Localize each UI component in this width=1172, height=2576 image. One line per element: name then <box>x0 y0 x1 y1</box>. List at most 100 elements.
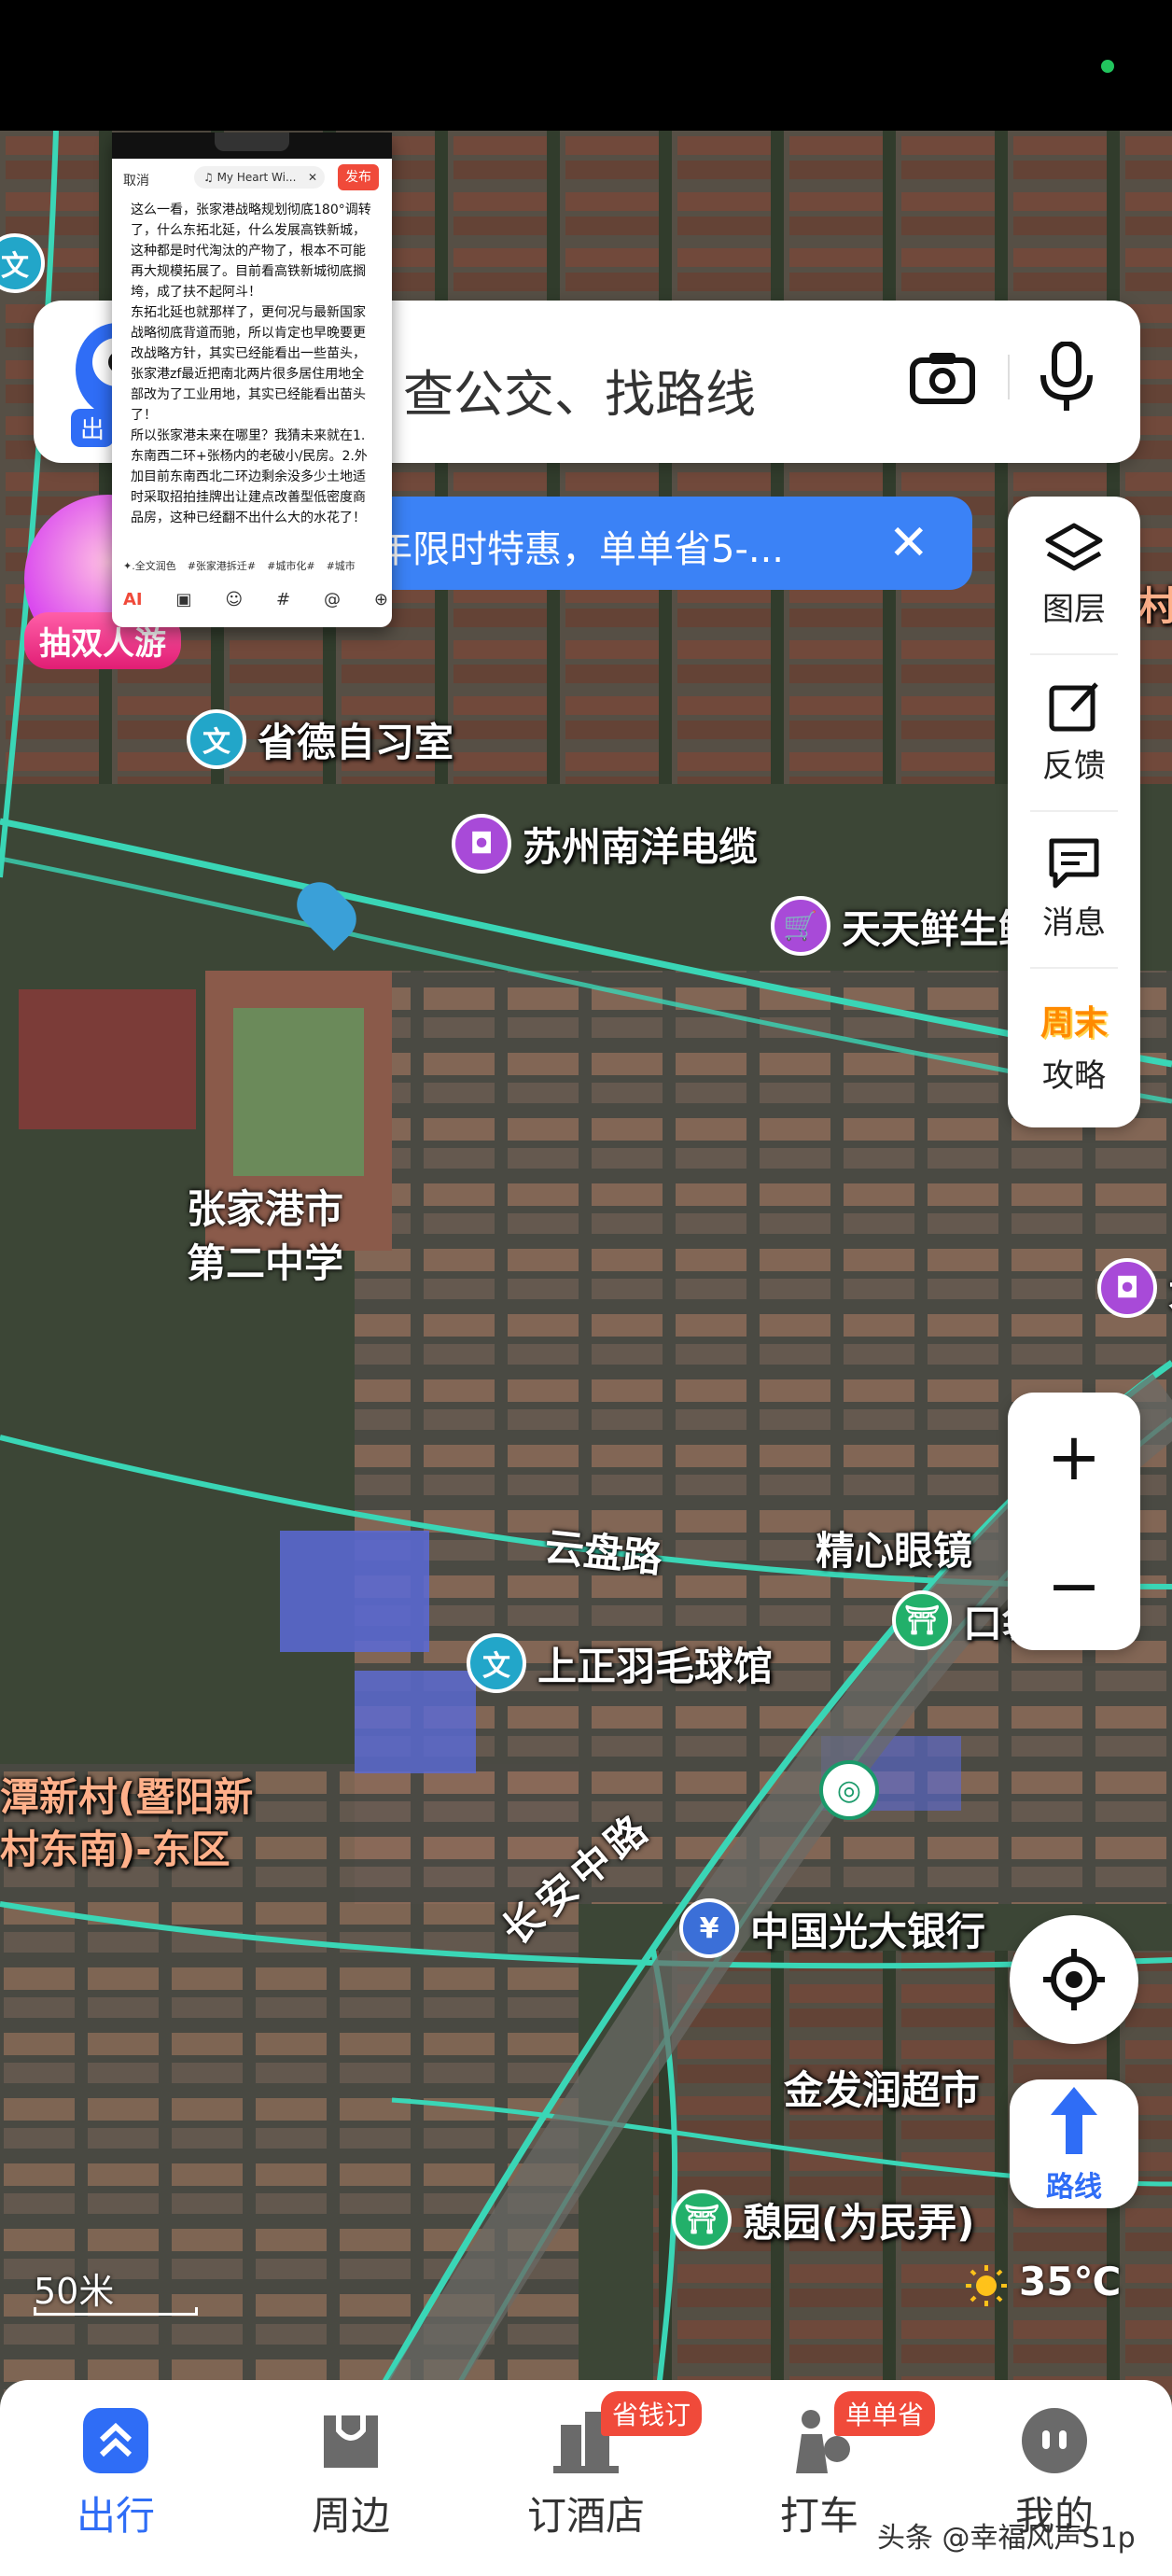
poi-label: 村东南)-东区 <box>0 1827 230 1872</box>
poi-label: 潭新村(暨阳新 <box>0 1774 254 1820</box>
poi-study-room[interactable]: 文 省德自习室 <box>187 709 453 769</box>
music-label: ♫ My Heart Wi... <box>203 171 297 184</box>
feedback-button[interactable]: 反馈 <box>1008 653 1140 810</box>
emoji-icon[interactable]: ☺ <box>225 590 243 609</box>
map-scale-label: 50米 <box>34 2271 115 2312</box>
cart-icon: 🛒 <box>771 896 830 956</box>
plus-icon[interactable]: ⊕ <box>374 590 388 609</box>
close-icon[interactable]: ✕ <box>888 515 929 571</box>
study-icon: 文 <box>187 709 246 769</box>
route-label[interactable]: 路线 <box>1010 2163 1138 2205</box>
editor-music-chip[interactable]: ♫ My Heart Wi... ✕ <box>194 166 325 189</box>
image-icon[interactable]: ▣ <box>176 590 192 609</box>
poi-everbright-bank[interactable]: ¥ 中国光大银行 <box>679 1898 985 1958</box>
editor-tag[interactable]: #城市 <box>327 558 356 573</box>
poi-fresh-market[interactable]: 🛒 天天鲜生鲜 <box>771 896 1038 956</box>
poi-cable-company[interactable]: ◘ 苏州南洋电缆 <box>452 814 758 874</box>
poi-garden[interactable]: ⛩ 憩园(为民弄) <box>672 2190 974 2249</box>
tab-label: 打车 <box>779 2493 858 2539</box>
tab-nearby[interactable]: 周边 <box>258 2406 444 2541</box>
bank-icon: ¥ <box>679 1898 739 1958</box>
travel-icon <box>83 2408 148 2473</box>
poi-label: 上正羽毛球馆 <box>537 1643 774 1689</box>
poi-village[interactable]: 村 <box>1138 575 1172 632</box>
poi-label: 村 <box>1138 583 1172 629</box>
tab-label: 订酒店 <box>526 2493 645 2539</box>
poi-label: 精心眼镜 <box>816 1528 973 1574</box>
poi-label: 省德自习室 <box>258 719 454 765</box>
poi-label: 憩园(为民弄) <box>743 2199 975 2246</box>
message-icon <box>1049 838 1099 888</box>
editor-tag[interactable]: ✦.全文润色 <box>123 558 176 573</box>
feedback-label: 反馈 <box>1042 747 1106 785</box>
editor-tag[interactable]: #城市化# <box>267 558 314 573</box>
poi-label: 金发润超市 <box>784 2067 981 2113</box>
editor-paragraph: 所以张家港未来在哪里？我猜未来就在1.东南西二环+张杨内的老破小/民房。2.外加… <box>131 428 368 525</box>
poi-label: 苏州南洋电缆 <box>523 823 759 870</box>
close-icon[interactable]: ✕ <box>308 166 317 189</box>
zoom-out-button[interactable]: − <box>1008 1521 1140 1650</box>
weather-temperature[interactable]: 35℃ <box>1019 2259 1121 2304</box>
weekend-guide-icon: 周末 <box>1039 1003 1108 1043</box>
locate-button[interactable] <box>1010 1915 1138 2044</box>
promo-text[interactable]: 年限时特惠，单单省5-... <box>375 519 784 573</box>
guide-label: 攻略 <box>1042 1057 1106 1095</box>
search-divider <box>1008 355 1010 399</box>
study-icon: 文 <box>467 1633 526 1693</box>
bank-icon: ◎ <box>819 1760 879 1820</box>
poi-edge-shop[interactable]: ◘ 大 <box>1097 1258 1172 1318</box>
editor-paragraph: 这么一看，张家港战略规划彻底180°调转了，什么东拓北延，什么发展高铁新城，这种… <box>131 203 371 300</box>
tab-hotel[interactable]: 订酒店 省钱订 <box>493 2391 703 2541</box>
sun-icon <box>965 2264 1008 2307</box>
school-label-line2[interactable]: 第二中学 <box>187 1232 343 1289</box>
poi-label: 中国光大银行 <box>750 1908 986 1954</box>
status-bar <box>0 0 1172 131</box>
park-icon: ⛩ <box>892 1590 952 1650</box>
ai-tool-button[interactable]: AI <box>123 590 143 609</box>
hashtag-button[interactable]: # <box>276 590 290 609</box>
editor-publish-button[interactable]: 发布 <box>338 164 379 190</box>
poi-glasses[interactable]: 精心眼镜 <box>816 1519 972 1576</box>
message-label: 消息 <box>1042 903 1106 942</box>
poi-residential-1[interactable]: 潭新村(暨阳新 <box>0 1766 253 1823</box>
layers-icon <box>1045 523 1103 570</box>
study-icon: 文 <box>0 233 45 293</box>
map-scale-bar <box>34 2307 198 2316</box>
poi-edge-study[interactable]: 文 <box>0 233 45 293</box>
poi-agri-bank[interactable]: ◎ <box>819 1760 879 1820</box>
road-label-yunpan: 云盘路 <box>542 1523 664 1582</box>
zoom-in-button[interactable]: + <box>1008 1393 1140 1521</box>
poi-label: 大 <box>1168 1260 1172 1317</box>
tab-label: 出行 <box>76 2493 155 2539</box>
right-tool-panel: 图层 反馈 消息 周末 攻略 <box>1008 497 1140 1127</box>
editor-paragraph: 东拓北延也就那样了，更何况与最新国家战略彻底背道而驰，所以肯定也早晚要更改战略方… <box>131 305 366 423</box>
camera-icon[interactable] <box>909 349 976 405</box>
poi-badminton[interactable]: 文 上正羽毛球馆 <box>467 1633 773 1693</box>
park-icon: ⛩ <box>672 2190 732 2249</box>
tab-badge: 省钱订 <box>601 2391 703 2436</box>
tab-label: 周边 <box>311 2493 390 2539</box>
tab-travel[interactable]: 出行 <box>22 2406 209 2541</box>
weekend-guide-button[interactable]: 周末 攻略 <box>1008 967 1140 1124</box>
watermark-text: 头条 @幸福风声S1p <box>877 2522 1136 2555</box>
status-indicator-dot <box>1101 60 1114 73</box>
mascot-tag: 出 <box>71 409 115 447</box>
school-label-line1[interactable]: 张家港市 <box>187 1178 343 1235</box>
editor-cancel-button[interactable]: 取消 <box>123 171 149 189</box>
route-arrow-icon <box>1051 2087 1097 2154</box>
message-button[interactable]: 消息 <box>1008 810 1140 967</box>
poi-supermarket[interactable]: 金发润超市 <box>784 2059 980 2116</box>
editor-body-text[interactable]: 这么一看，张家港战略规划彻底180°调转了，什么东拓北延，什么发展高铁新城，这种… <box>131 200 371 528</box>
feedback-icon <box>1049 681 1098 731</box>
editor-tag[interactable]: #张家港拆迁# <box>188 558 256 573</box>
layers-button[interactable]: 图层 <box>1008 497 1140 653</box>
editor-tag-row: ✦.全文润色 #张家港拆迁# #城市化# #城市 <box>123 558 388 573</box>
microphone-icon[interactable] <box>1038 341 1095 413</box>
poi-residential-2[interactable]: 村东南)-东区 <box>0 1818 230 1875</box>
profile-icon <box>1022 2408 1087 2473</box>
search-placeholder[interactable]: 查公交、找路线 <box>403 353 756 427</box>
layers-label: 图层 <box>1042 590 1106 628</box>
crosshair-icon <box>1043 1949 1105 2010</box>
mention-button[interactable]: @ <box>324 590 341 609</box>
map-pin[interactable] <box>287 873 366 951</box>
